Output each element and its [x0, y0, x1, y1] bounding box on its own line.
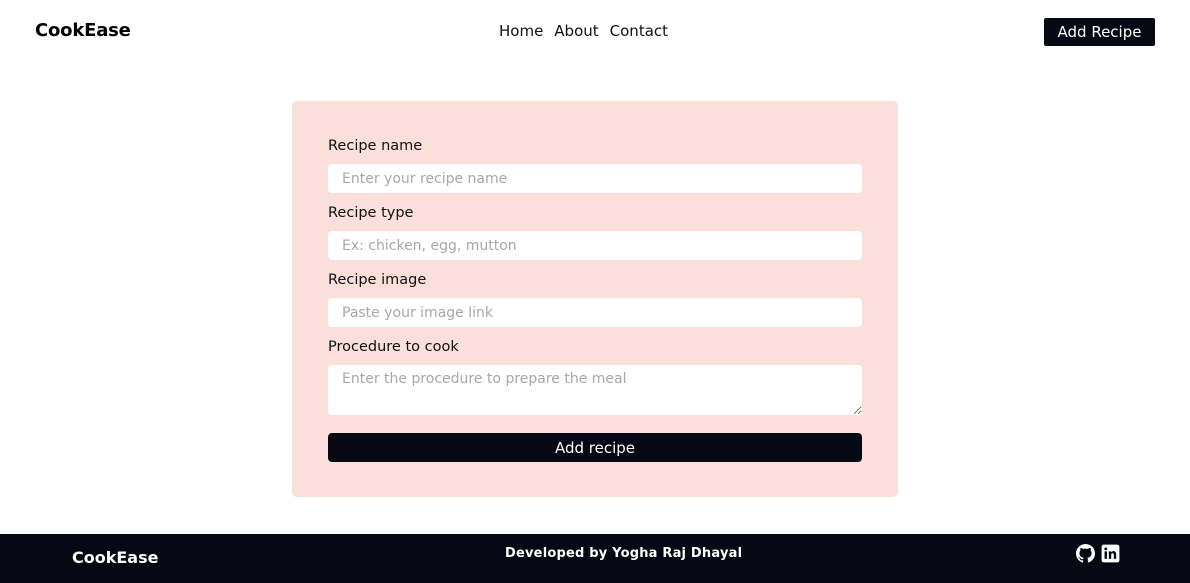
- add-recipe-submit-button[interactable]: Add recipe: [328, 433, 862, 462]
- nav-link-contact[interactable]: Contact: [610, 22, 668, 40]
- procedure-textarea[interactable]: [328, 365, 862, 415]
- footer-brand: CookEase: [72, 548, 159, 567]
- recipe-form-card: Recipe name Recipe type Recipe image Pro…: [292, 101, 898, 497]
- github-icon[interactable]: [1076, 544, 1095, 563]
- footer-social-icons: [1076, 544, 1120, 563]
- recipe-type-input[interactable]: [328, 231, 862, 260]
- recipe-image-input[interactable]: [328, 298, 862, 327]
- recipe-type-label: Recipe type: [328, 205, 414, 221]
- brand-logo[interactable]: CookEase: [35, 20, 131, 41]
- recipe-name-input[interactable]: [328, 164, 862, 193]
- recipe-image-label: Recipe image: [328, 272, 427, 288]
- linkedin-icon[interactable]: [1101, 544, 1120, 563]
- procedure-label: Procedure to cook: [328, 339, 459, 355]
- navbar: CookEase Home About Contact Add Recipe: [0, 0, 1190, 64]
- nav-link-about[interactable]: About: [554, 22, 598, 40]
- recipe-name-label: Recipe name: [328, 138, 423, 154]
- footer-credit: Developed by Yogha Raj Dhayal: [505, 546, 743, 561]
- footer: CookEase Developed by Yogha Raj Dhayal: [0, 534, 1190, 583]
- add-recipe-nav-button[interactable]: Add Recipe: [1044, 18, 1155, 46]
- nav-links: Home About Contact: [499, 22, 668, 40]
- nav-link-home[interactable]: Home: [499, 22, 543, 40]
